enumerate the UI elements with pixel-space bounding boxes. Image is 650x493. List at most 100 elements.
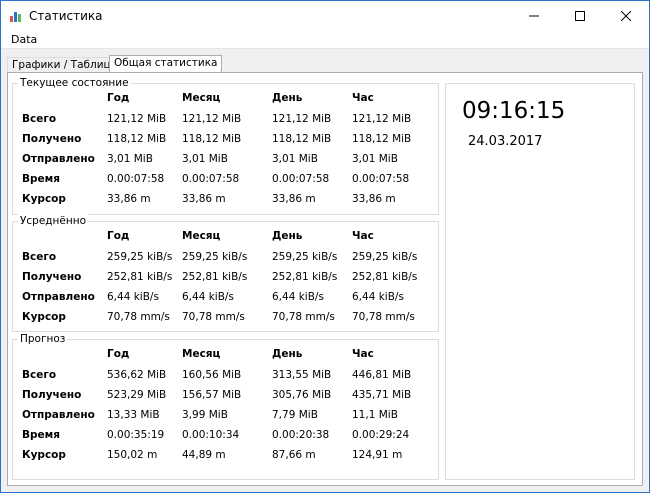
stat-value: 13,33 MiB — [107, 409, 160, 421]
stat-value: 121,12 MiB — [182, 113, 242, 125]
row-label: Курсор — [22, 449, 66, 461]
stat-value: 0.00:07:58 — [182, 173, 240, 185]
stat-value: 118,12 MiB — [272, 133, 332, 145]
tab-strip: Графики / Таблицы Общая статистика — [7, 55, 643, 73]
stat-value: 252,81 kiB/s — [107, 271, 173, 283]
stat-value: 6,44 kiB/s — [182, 291, 234, 303]
tab-panel-general-statistics: Текущее состояние Год Месяц День Час Всего 121… — [7, 72, 643, 486]
row-label: Получено — [22, 133, 82, 145]
clock-time: 09:16:15 — [462, 98, 566, 124]
stat-value: 252,81 kiB/s — [352, 271, 418, 283]
column-header: Час — [352, 230, 374, 242]
stats-group-1: Усреднённо Год Месяц День Час Всего 259,25 kiB… — [12, 214, 439, 332]
stat-value: 446,81 MiB — [352, 369, 412, 381]
row-label: Получено — [22, 389, 82, 401]
stat-value: 523,29 MiB — [107, 389, 167, 401]
stat-value: 259,25 kiB/s — [272, 251, 338, 263]
stat-value: 3,01 MiB — [352, 153, 398, 165]
column-header: День — [272, 92, 303, 104]
stat-value: 7,79 MiB — [272, 409, 318, 421]
row-label: Время — [22, 173, 60, 185]
stat-value: 259,25 kiB/s — [352, 251, 418, 263]
stat-value: 252,81 kiB/s — [272, 271, 338, 283]
stat-value: 11,1 MiB — [352, 409, 398, 421]
stat-value: 435,71 MiB — [352, 389, 412, 401]
stat-value: 70,78 mm/s — [107, 311, 170, 323]
stat-value: 0.00:07:58 — [272, 173, 330, 185]
stat-value: 118,12 MiB — [107, 133, 167, 145]
stat-value: 0.00:20:38 — [272, 429, 330, 441]
stat-value: 33,86 m — [352, 193, 396, 205]
column-header: Месяц — [182, 92, 221, 104]
close-icon — [621, 11, 631, 21]
column-header: Месяц — [182, 230, 221, 242]
bar-chart-icon — [10, 12, 21, 22]
stat-value: 70,78 mm/s — [272, 311, 335, 323]
tab-general-statistics[interactable]: Общая статистика — [109, 55, 223, 73]
close-button[interactable] — [603, 1, 649, 31]
stat-value: 87,66 m — [272, 449, 316, 461]
stat-value: 252,81 kiB/s — [182, 271, 248, 283]
row-label: Отправлено — [22, 291, 95, 303]
stat-value: 6,44 kiB/s — [272, 291, 324, 303]
stat-value: 0.00:10:34 — [182, 429, 240, 441]
clock-date: 24.03.2017 — [468, 134, 543, 149]
row-label: Время — [22, 429, 60, 441]
stat-value: 124,91 m — [352, 449, 403, 461]
column-header: Месяц — [182, 348, 221, 360]
menu-bar: Data — [1, 31, 649, 49]
stat-value: 70,78 mm/s — [182, 311, 245, 323]
tab-charts-tables[interactable]: Графики / Таблицы — [7, 57, 124, 73]
stats-group-2: Прогноз Год Месяц День Час Всего 536,62 MiB 160… — [12, 332, 439, 480]
clock-panel: 09:16:15 24.03.2017 — [445, 83, 635, 480]
group-title: Текущее состояние — [18, 76, 131, 90]
row-label: Отправлено — [22, 153, 95, 165]
row-label: Всего — [22, 251, 57, 263]
column-header: Час — [352, 348, 374, 360]
stat-value: 33,86 m — [272, 193, 316, 205]
group-title: Прогноз — [18, 332, 68, 346]
minimize-icon — [529, 15, 539, 17]
row-label: Курсор — [22, 311, 66, 323]
stat-value: 259,25 kiB/s — [107, 251, 173, 263]
stat-value: 121,12 MiB — [107, 113, 167, 125]
stat-value: 0.00:35:19 — [107, 429, 165, 441]
column-header: Час — [352, 92, 374, 104]
row-label: Всего — [22, 113, 57, 125]
stat-value: 3,01 MiB — [272, 153, 318, 165]
window-title: Статистика — [29, 9, 103, 23]
group-title: Усреднённо — [18, 214, 89, 228]
stat-value: 0.00:07:58 — [352, 173, 410, 185]
stat-value: 0.00:07:58 — [107, 173, 165, 185]
stats-group-0: Текущее состояние Год Месяц День Час Всего 121… — [12, 76, 439, 215]
stat-value: 0.00:29:24 — [352, 429, 410, 441]
app-window: Статистика Data Графики / Таблицы Общая … — [0, 0, 650, 493]
maximize-icon — [575, 11, 585, 21]
stat-value: 33,86 m — [182, 193, 226, 205]
stat-value: 6,44 kiB/s — [107, 291, 159, 303]
stat-value: 121,12 MiB — [272, 113, 332, 125]
stat-value: 44,89 m — [182, 449, 226, 461]
minimize-button[interactable] — [511, 1, 557, 31]
stat-value: 3,99 MiB — [182, 409, 228, 421]
stat-value: 6,44 kiB/s — [352, 291, 404, 303]
row-label: Курсор — [22, 193, 66, 205]
column-header: Год — [107, 348, 130, 360]
stat-value: 118,12 MiB — [352, 133, 412, 145]
menu-item-data[interactable]: Data — [11, 33, 37, 46]
row-label: Получено — [22, 271, 82, 283]
stat-value: 313,55 MiB — [272, 369, 332, 381]
title-bar[interactable]: Статистика — [1, 1, 649, 31]
row-label: Отправлено — [22, 409, 95, 421]
column-header: Год — [107, 230, 130, 242]
stat-value: 3,01 MiB — [182, 153, 228, 165]
stat-value: 70,78 mm/s — [352, 311, 415, 323]
row-label: Всего — [22, 369, 57, 381]
maximize-button[interactable] — [557, 1, 603, 31]
stat-value: 33,86 m — [107, 193, 151, 205]
stat-value: 160,56 MiB — [182, 369, 242, 381]
column-header: День — [272, 348, 303, 360]
stat-value: 121,12 MiB — [352, 113, 412, 125]
stat-value: 259,25 kiB/s — [182, 251, 248, 263]
stat-value: 150,02 m — [107, 449, 158, 461]
